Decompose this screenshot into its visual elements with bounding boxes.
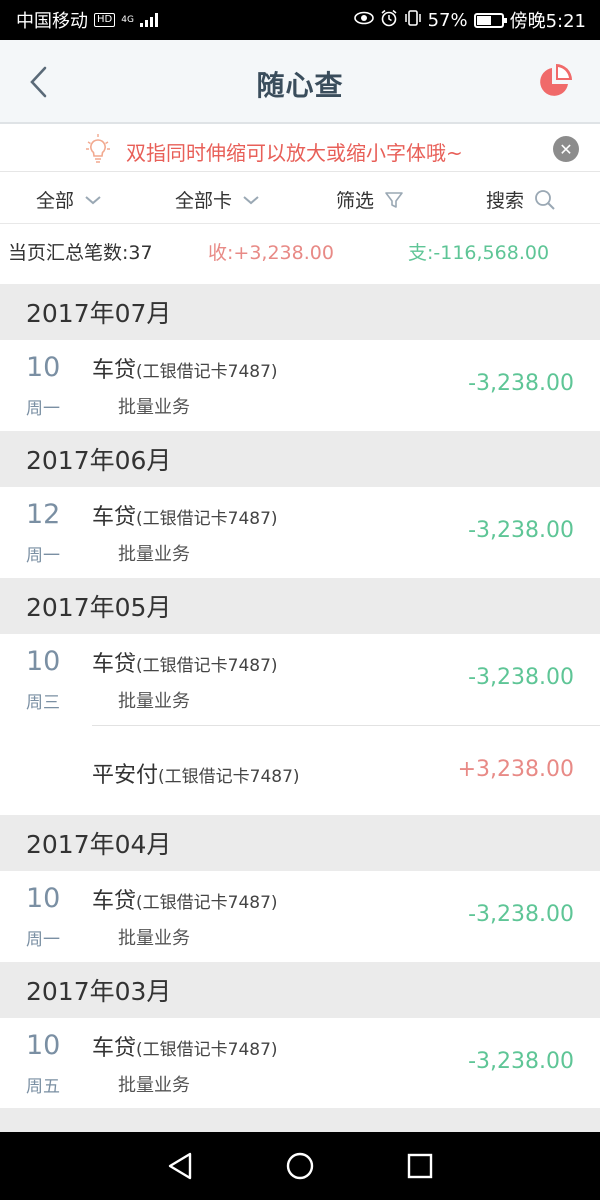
- transaction-row[interactable]: 10 周一 车贷(工银借记卡7487) 批量业务 -3,238.00: [0, 340, 600, 431]
- nav-home-button[interactable]: [280, 1146, 320, 1186]
- summary-count: 当页汇总笔数:37: [8, 242, 153, 264]
- row-divider: [92, 725, 600, 726]
- txn-card: (工银借记卡7487): [136, 509, 278, 529]
- txn-amount: +3,238.00: [457, 757, 574, 782]
- filter-button[interactable]: 筛选: [336, 186, 404, 213]
- txn-desc: 批量业务: [118, 1075, 190, 1096]
- alarm-icon: [380, 9, 398, 32]
- txn-day: 10: [26, 883, 61, 914]
- transaction-row-sub[interactable]: 平安付(工银借记卡7487) +3,238.00: [0, 725, 600, 815]
- txn-weekday: 周一: [26, 399, 60, 419]
- page-summary: 当页汇总笔数:37 收:+3,238.00 支:-116,568.00: [0, 224, 600, 284]
- search-icon: [535, 189, 555, 210]
- hd-badge: HD: [94, 13, 116, 27]
- txn-card: (工银借记卡7487): [158, 767, 300, 787]
- txn-day: 10: [26, 646, 61, 677]
- filter-all-label: 全部: [36, 190, 75, 212]
- filter-cards-label: 全部卡: [175, 190, 233, 212]
- battery-icon: [473, 12, 507, 28]
- close-tip-button[interactable]: ✕: [553, 136, 579, 162]
- summary-income: 收:+3,238.00: [208, 242, 334, 264]
- month-header: 2017年07月: [0, 284, 600, 340]
- clock: 傍晚5:21: [509, 11, 586, 32]
- summary-expense: 支:-116,568.00: [408, 242, 550, 264]
- network-label: 4G: [121, 15, 134, 25]
- filter-all-dropdown[interactable]: 全部: [36, 186, 102, 213]
- txn-amount: -3,238.00: [468, 1049, 574, 1074]
- txn-desc: 批量业务: [118, 397, 190, 418]
- status-left: 中国移动 HD 4G: [16, 7, 158, 33]
- txn-title-wrap: 车贷(工银借记卡7487): [92, 646, 278, 678]
- search-button[interactable]: 搜索: [486, 186, 556, 213]
- txn-day: 10: [26, 352, 61, 383]
- txn-title: 车贷: [92, 358, 137, 383]
- tip-text: 双指同时伸缩可以放大或缩小字体哦~: [126, 141, 463, 165]
- txn-weekday: 周一: [26, 930, 60, 950]
- month-header: 2017年05月: [0, 578, 600, 634]
- txn-desc: 批量业务: [118, 691, 190, 712]
- month-header: 2017年04月: [0, 815, 600, 871]
- txn-title: 车贷: [92, 505, 137, 530]
- txn-card: (工银借记卡7487): [136, 656, 278, 676]
- txn-card: (工银借记卡7487): [136, 893, 278, 913]
- month-header: 2017年03月: [0, 962, 600, 1018]
- txn-card: (工银借记卡7487): [136, 362, 278, 382]
- app-header: 随心查: [0, 40, 600, 124]
- txn-day: 10: [26, 1030, 61, 1061]
- pie-chart-icon: [540, 64, 572, 96]
- funnel-icon: [385, 191, 403, 208]
- transaction-row[interactable]: 10 周三 车贷(工银借记卡7487) 批量业务 -3,238.00: [0, 634, 600, 725]
- chevron-down-icon: [85, 195, 101, 204]
- system-nav-bar: [0, 1132, 600, 1200]
- txn-amount: -3,238.00: [468, 665, 574, 690]
- page-title: 随心查: [256, 69, 344, 102]
- txn-amount: -3,238.00: [468, 902, 574, 927]
- list-footer: [0, 1108, 600, 1132]
- nav-back-button[interactable]: [160, 1146, 200, 1186]
- txn-desc: 批量业务: [118, 928, 190, 949]
- filter-cards-dropdown[interactable]: 全部卡: [175, 186, 260, 213]
- search-label: 搜索: [486, 190, 525, 212]
- nav-recents-button[interactable]: [400, 1146, 440, 1186]
- txn-title: 车贷: [92, 652, 137, 677]
- transaction-row[interactable]: 10 周一 车贷(工银借记卡7487) 批量业务 -3,238.00: [0, 871, 600, 962]
- txn-title-wrap: 平安付(工银借记卡7487): [92, 757, 300, 789]
- txn-desc: 批量业务: [118, 544, 190, 565]
- txn-title-wrap: 车贷(工银借记卡7487): [92, 1030, 278, 1062]
- filter-bar: 全部 全部卡 筛选 搜索: [0, 172, 600, 224]
- transaction-row[interactable]: 12 周一 车贷(工银借记卡7487) 批量业务 -3,238.00: [0, 487, 600, 578]
- status-right: 57% 傍晚5:21: [353, 7, 586, 33]
- txn-amount: -3,238.00: [468, 518, 574, 543]
- txn-title-wrap: 车贷(工银借记卡7487): [92, 352, 278, 384]
- chevron-down-icon: [243, 195, 259, 204]
- nav-recents-icon: [407, 1153, 433, 1179]
- close-icon: ✕: [559, 139, 573, 159]
- txn-title-wrap: 车贷(工银借记卡7487): [92, 499, 278, 531]
- filter-label: 筛选: [336, 190, 375, 212]
- txn-weekday: 周五: [26, 1077, 60, 1097]
- txn-title: 车贷: [92, 889, 137, 914]
- txn-day: 12: [26, 499, 61, 530]
- txn-amount: -3,238.00: [468, 371, 574, 396]
- battery-percent: 57%: [427, 9, 468, 31]
- transaction-row[interactable]: 10 周五 车贷(工银借记卡7487) 批量业务 -3,238.00: [0, 1018, 600, 1109]
- txn-weekday: 周一: [26, 546, 60, 566]
- txn-title: 车贷: [92, 1036, 137, 1061]
- nav-home-icon: [286, 1152, 314, 1180]
- status-bar: 中国移动 HD 4G 57% 傍晚5:21: [0, 0, 600, 40]
- txn-title-wrap: 车贷(工银借记卡7487): [92, 883, 278, 915]
- txn-weekday: 周三: [26, 693, 60, 713]
- eye-icon: [353, 10, 374, 30]
- txn-card: (工银借记卡7487): [136, 1040, 278, 1060]
- signal-icon: [139, 13, 158, 27]
- txn-title: 平安付: [92, 763, 159, 788]
- nav-back-icon: [168, 1152, 192, 1180]
- month-header: 2017年06月: [0, 431, 600, 487]
- chart-button[interactable]: [536, 64, 572, 100]
- carrier-label: 中国移动: [16, 11, 88, 32]
- tip-banner: 双指同时伸缩可以放大或缩小字体哦~ ✕: [0, 126, 600, 172]
- vibrate-icon: [404, 9, 422, 32]
- lightbulb-icon: [86, 134, 110, 163]
- transaction-list: 2017年07月 10 周一 车贷(工银借记卡7487) 批量业务 -3,238…: [0, 284, 600, 1109]
